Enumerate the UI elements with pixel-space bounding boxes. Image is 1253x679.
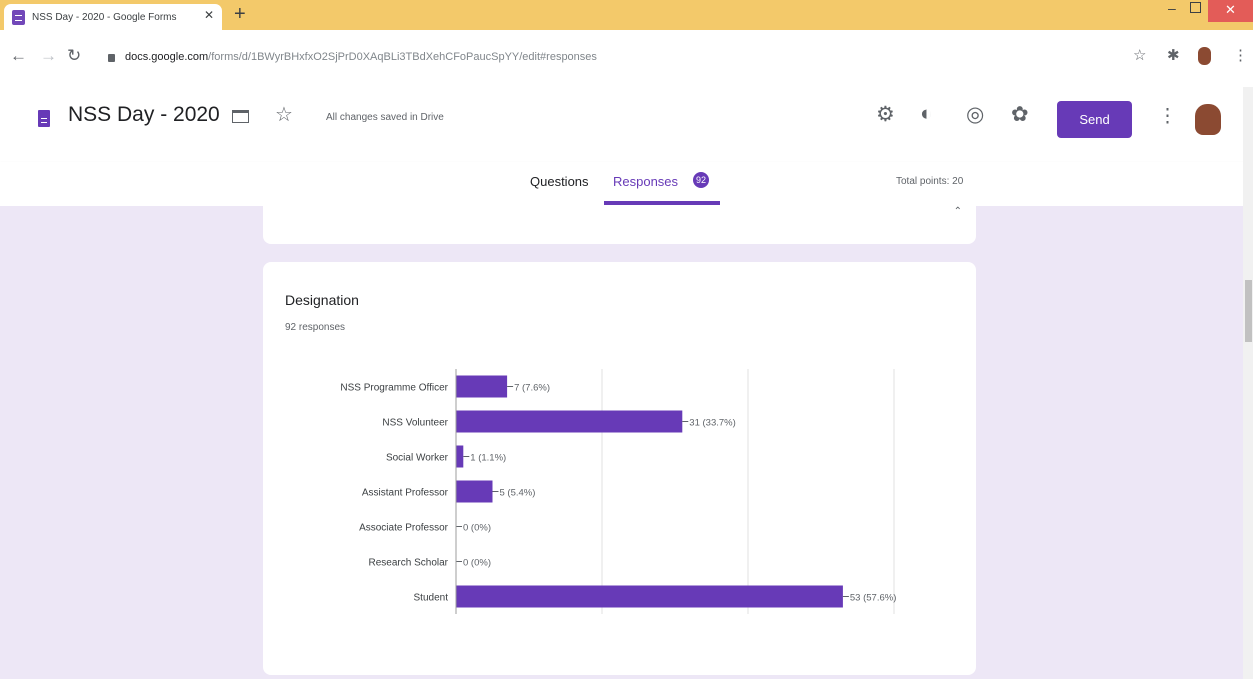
form-title[interactable]: NSS Day - 2020 (68, 103, 220, 127)
maximize-window-icon[interactable] (1190, 2, 1201, 13)
total-points: Total points: 20 (896, 176, 964, 187)
bar[interactable] (456, 585, 843, 608)
responses-count-badge: 92 (693, 172, 709, 188)
minimize-window-icon[interactable]: – (1168, 0, 1176, 16)
tab-questions[interactable]: Questions (530, 174, 589, 189)
forms-header: NSS Day - 2020 ☆ All changes saved in Dr… (0, 87, 1253, 162)
active-tab-indicator (604, 201, 720, 205)
extensions-puzzle-icon[interactable]: ✱ (1167, 46, 1180, 64)
account-avatar[interactable] (1195, 104, 1221, 135)
data-label: 5 (5.4%) (500, 488, 536, 499)
tab-title: NSS Day - 2020 - Google Forms (32, 11, 177, 23)
category-label: NSS Volunteer (382, 418, 448, 429)
data-label: 53 (57.6%) (850, 593, 896, 604)
category-label: Social Worker (386, 453, 449, 464)
bar[interactable] (456, 445, 464, 468)
expand-icon[interactable]: ⌃ (954, 206, 962, 217)
page-scrollbar[interactable] (1243, 87, 1253, 679)
bar[interactable] (456, 480, 493, 503)
data-label: 0 (0%) (463, 558, 491, 569)
previous-question-card: ⌃ (263, 206, 976, 244)
category-label: NSS Programme Officer (340, 383, 448, 394)
question-summary-card: Designation 92 responses 0204060NSS Prog… (263, 262, 976, 675)
forms-logo-icon[interactable] (38, 110, 50, 127)
scrollbar-thumb[interactable] (1245, 280, 1252, 342)
tab-responses[interactable]: Responses (613, 174, 678, 189)
bar[interactable] (456, 410, 683, 433)
address-bar[interactable]: docs.google.com/forms/d/1BWyrBHxfxO2SjPr… (98, 45, 1098, 69)
category-label: Research Scholar (369, 558, 449, 569)
category-label: Associate Professor (359, 523, 449, 534)
category-label: Student (414, 593, 449, 604)
tab-close-icon[interactable]: ✕ (204, 8, 214, 22)
close-window-icon[interactable]: ✕ (1208, 0, 1253, 22)
move-to-folder-icon[interactable] (232, 110, 249, 123)
back-arrow-icon[interactable]: ← (10, 46, 27, 66)
lock-icon (108, 54, 115, 62)
url-host: docs.google.com (125, 51, 209, 63)
designation-bar-chart: 0204060NSS Programme Officer7 (7.6%)NSS … (340, 369, 896, 614)
browser-tab-strip: NSS Day - 2020 - Google Forms ✕ + – ✕ (0, 0, 1253, 30)
google-forms-favicon-icon (12, 9, 25, 25)
response-count: 92 responses (285, 322, 346, 333)
add-ons-puzzle-icon[interactable]: ⚙ (876, 102, 895, 127)
saved-status: All changes saved in Drive (326, 112, 444, 123)
settings-gear-icon[interactable]: ✿ (1011, 102, 1029, 127)
more-options-icon[interactable]: ⋮ (1158, 105, 1177, 128)
browser-menu-icon[interactable]: ⋮ (1233, 46, 1248, 64)
browser-toolbar: ← → ↻ docs.google.com/forms/d/1BWyrBHxfx… (0, 30, 1253, 87)
new-tab-button[interactable]: + (234, 2, 246, 26)
browser-tab[interactable]: NSS Day - 2020 - Google Forms ✕ (4, 4, 222, 30)
question-title: Designation (285, 292, 359, 308)
url-path: /forms/d/1BWyrBHxfxO2SjPrD0XAqBLi3TBdXeh… (208, 51, 597, 63)
data-label: 0 (0%) (463, 523, 491, 534)
star-icon[interactable]: ☆ (275, 102, 293, 127)
customize-theme-palette-icon[interactable]: ◐ (920, 102, 933, 126)
browser-profile-avatar[interactable] (1198, 47, 1211, 65)
data-label: 1 (1.1%) (470, 453, 506, 464)
bar[interactable] (456, 375, 508, 398)
reload-icon[interactable]: ↻ (67, 46, 81, 66)
form-tabs: Questions Responses 92 Total points: 20 (0, 162, 1253, 206)
send-button[interactable]: Send (1057, 101, 1132, 138)
bookmark-star-icon[interactable]: ☆ (1133, 46, 1146, 64)
data-label: 7 (7.6%) (514, 383, 550, 394)
category-label: Assistant Professor (362, 488, 449, 499)
data-label: 31 (33.7%) (689, 418, 735, 429)
preview-eye-icon[interactable]: ◎ (966, 102, 984, 127)
responses-content: ⌃ Designation 92 responses 0204060NSS Pr… (0, 206, 1253, 679)
forward-arrow-icon[interactable]: → (40, 46, 57, 66)
